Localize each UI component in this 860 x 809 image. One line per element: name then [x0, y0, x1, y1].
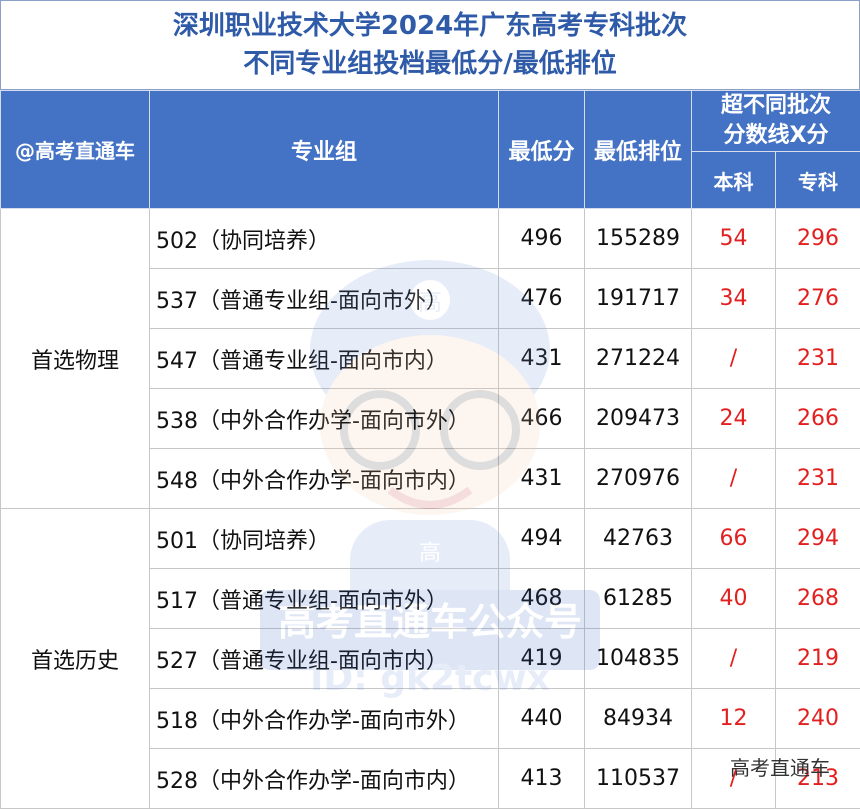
benke-diff-cell: 24: [692, 389, 776, 449]
benke-diff-cell: 34: [692, 269, 776, 329]
header-source: @高考直通车: [1, 91, 150, 209]
table-row: 首选历史501（协同培养）4944276366294: [1, 509, 860, 569]
zhuanke-diff-cell: 276: [776, 269, 860, 329]
zhuanke-diff-cell: 266: [776, 389, 860, 449]
min-score-cell: 431: [499, 449, 585, 509]
header-exceed-label: 超不同批次分数线X分: [721, 93, 831, 148]
benke-diff-cell: /: [692, 329, 776, 389]
group-cell: 518（中外合作办学-面向市外）: [150, 689, 499, 749]
group-cell: 538（中外合作办学-面向市外）: [150, 389, 499, 449]
category-cell: 首选历史: [1, 509, 150, 809]
min-score-cell: 476: [499, 269, 585, 329]
zhuanke-diff-cell: 296: [776, 209, 860, 269]
group-cell: 537（普通专业组-面向市外）: [150, 269, 499, 329]
header-min-score: 最低分: [499, 91, 585, 209]
zhuanke-diff-cell: 268: [776, 569, 860, 629]
zhuanke-diff-cell: 231: [776, 449, 860, 509]
header-exceed: 超不同批次分数线X分: [692, 91, 860, 152]
min-score-cell: 494: [499, 509, 585, 569]
group-cell: 547（普通专业组-面向市内）: [150, 329, 499, 389]
header-zhuanke: 专科: [776, 152, 860, 209]
category-cell: 首选物理: [1, 209, 150, 509]
header-group: 专业组: [150, 91, 499, 209]
min-score-cell: 440: [499, 689, 585, 749]
min-score-cell: 468: [499, 569, 585, 629]
benke-diff-cell: /: [692, 449, 776, 509]
group-cell: 501（协同培养）: [150, 509, 499, 569]
min-score-cell: 466: [499, 389, 585, 449]
table-title: 深圳职业技术大学2024年广东高考专科批次 不同专业组投档最低分/最低排位: [0, 0, 860, 90]
header-min-rank: 最低排位: [585, 91, 692, 209]
group-cell: 502（协同培养）: [150, 209, 499, 269]
zhuanke-diff-cell: 231: [776, 329, 860, 389]
title-line-1: 深圳职业技术大学2024年广东高考专科批次: [1, 7, 859, 45]
benke-diff-cell: 66: [692, 509, 776, 569]
min-rank-cell: 84934: [585, 689, 692, 749]
min-rank-cell: 270976: [585, 449, 692, 509]
min-rank-cell: 42763: [585, 509, 692, 569]
watermark-text: 高考直通车: [730, 752, 830, 781]
min-rank-cell: 191717: [585, 269, 692, 329]
zhuanke-diff-cell: 294: [776, 509, 860, 569]
benke-diff-cell: 12: [692, 689, 776, 749]
group-cell: 528（中外合作办学-面向市内）: [150, 749, 499, 809]
zhuanke-diff-cell: 240: [776, 689, 860, 749]
benke-diff-cell: /: [692, 629, 776, 689]
group-cell: 527（普通专业组-面向市内）: [150, 629, 499, 689]
min-rank-cell: 61285: [585, 569, 692, 629]
score-table: @高考直通车 专业组 最低分 最低排位 超不同批次分数线X分 本科 专科 首选物…: [0, 90, 860, 809]
title-line-2: 不同专业组投档最低分/最低排位: [1, 45, 859, 83]
min-score-cell: 413: [499, 749, 585, 809]
min-score-cell: 431: [499, 329, 585, 389]
benke-diff-cell: 40: [692, 569, 776, 629]
min-rank-cell: 110537: [585, 749, 692, 809]
group-cell: 517（普通专业组-面向市外）: [150, 569, 499, 629]
min-rank-cell: 155289: [585, 209, 692, 269]
table-body: 首选物理502（协同培养）49615528954296537（普通专业组-面向市…: [1, 209, 860, 809]
header-benke: 本科: [692, 152, 776, 209]
min-rank-cell: 104835: [585, 629, 692, 689]
group-cell: 548（中外合作办学-面向市内）: [150, 449, 499, 509]
table-row: 首选物理502（协同培养）49615528954296: [1, 209, 860, 269]
min-score-cell: 496: [499, 209, 585, 269]
benke-diff-cell: 54: [692, 209, 776, 269]
min-rank-cell: 209473: [585, 389, 692, 449]
min-rank-cell: 271224: [585, 329, 692, 389]
zhuanke-diff-cell: 219: [776, 629, 860, 689]
min-score-cell: 419: [499, 629, 585, 689]
